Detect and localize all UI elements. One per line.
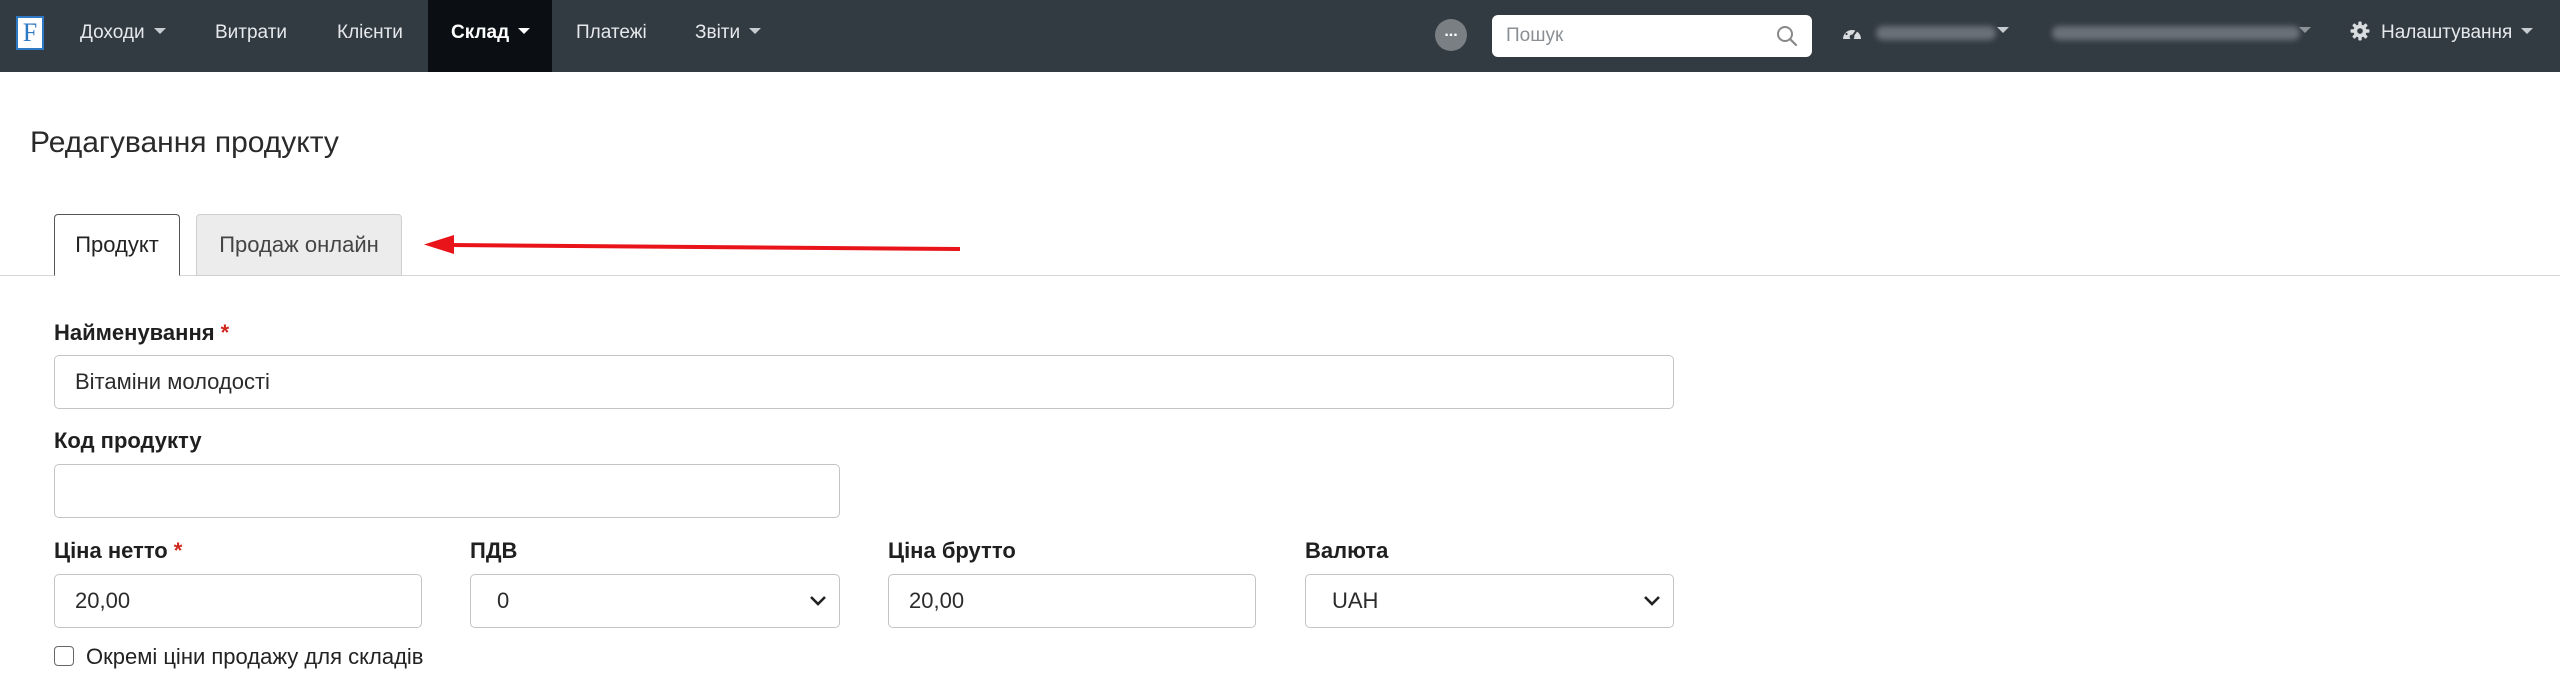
required-mark: * — [220, 320, 230, 345]
product-name-field[interactable] — [54, 355, 1674, 409]
notifications-badge[interactable]: ... — [1435, 19, 1467, 51]
product-code-label: Код продукту — [54, 428, 202, 453]
required-mark: * — [173, 538, 183, 563]
gear-icon[interactable] — [2349, 20, 2371, 42]
settings-menu[interactable]: Налаштування — [2381, 0, 2534, 72]
currency-selected-value: UAH — [1332, 588, 1379, 613]
product-code-field[interactable] — [54, 464, 840, 518]
nav-item-label: Клієнти — [337, 22, 403, 43]
nav-item-label: Звіти — [695, 22, 741, 43]
page-title: Редагування продукту — [30, 126, 339, 159]
caret-down-icon[interactable] — [2299, 27, 2311, 33]
separate-prices-label[interactable]: Окремі ціни продажу для складів — [86, 644, 423, 670]
nav-item-payments[interactable]: Платежі — [576, 0, 647, 72]
caret-down-icon — [518, 28, 531, 35]
nav-item-label: Доходи — [80, 22, 145, 43]
tab-product[interactable]: Продукт — [54, 214, 180, 276]
top-navbar: F Доходи Витрати Клієнти Склад Платежі З… — [0, 0, 2560, 72]
nav-item-label: Платежі — [576, 22, 647, 43]
nav-item-clients[interactable]: Клієнти — [337, 0, 403, 72]
caret-down-icon — [2521, 28, 2534, 35]
annotation-arrow — [424, 235, 961, 254]
net-price-label: Ціна нетто * — [54, 538, 182, 564]
vat-select[interactable]: 0 — [470, 574, 840, 628]
name-label: Найменування * — [54, 320, 229, 346]
gross-price-field[interactable] — [888, 574, 1256, 628]
caret-down-icon[interactable] — [1997, 27, 2009, 33]
tab-online-sales[interactable]: Продаж онлайн — [196, 214, 402, 276]
nav-item-warehouse[interactable]: Склад — [428, 0, 552, 72]
nav-item-income[interactable]: Доходи — [80, 0, 166, 72]
nav-item-label: Витрати — [215, 22, 288, 43]
settings-label: Налаштування — [2381, 22, 2513, 43]
caret-down-icon — [749, 28, 762, 35]
nav-item-expenses[interactable]: Витрати — [215, 0, 287, 72]
user-email-redacted[interactable] — [2052, 26, 2300, 40]
caret-down-icon — [153, 28, 166, 35]
vat-selected-value: 0 — [497, 588, 510, 613]
dashboard-icon[interactable] — [1840, 22, 1864, 44]
nav-item-reports[interactable]: Звіти — [695, 0, 762, 72]
gross-price-label: Ціна брутто — [888, 538, 1016, 563]
app-logo[interactable]: F — [16, 16, 44, 50]
chevron-down-icon — [810, 596, 826, 606]
chevron-down-icon — [1644, 596, 1660, 606]
vat-label: ПДВ — [470, 538, 518, 563]
net-price-label-text: Ціна нетто — [54, 538, 168, 563]
name-label-text: Найменування — [54, 320, 215, 345]
separate-prices-checkbox[interactable] — [54, 646, 74, 666]
nav-item-label: Склад — [451, 22, 510, 43]
search-icon[interactable] — [1776, 25, 1798, 47]
currency-select[interactable]: UAH — [1305, 574, 1674, 628]
search-box — [1492, 15, 1812, 57]
net-price-field[interactable] — [54, 574, 422, 628]
currency-label: Валюта — [1305, 538, 1389, 563]
search-input[interactable] — [1492, 15, 1762, 57]
account-name-redacted[interactable] — [1876, 26, 1996, 40]
